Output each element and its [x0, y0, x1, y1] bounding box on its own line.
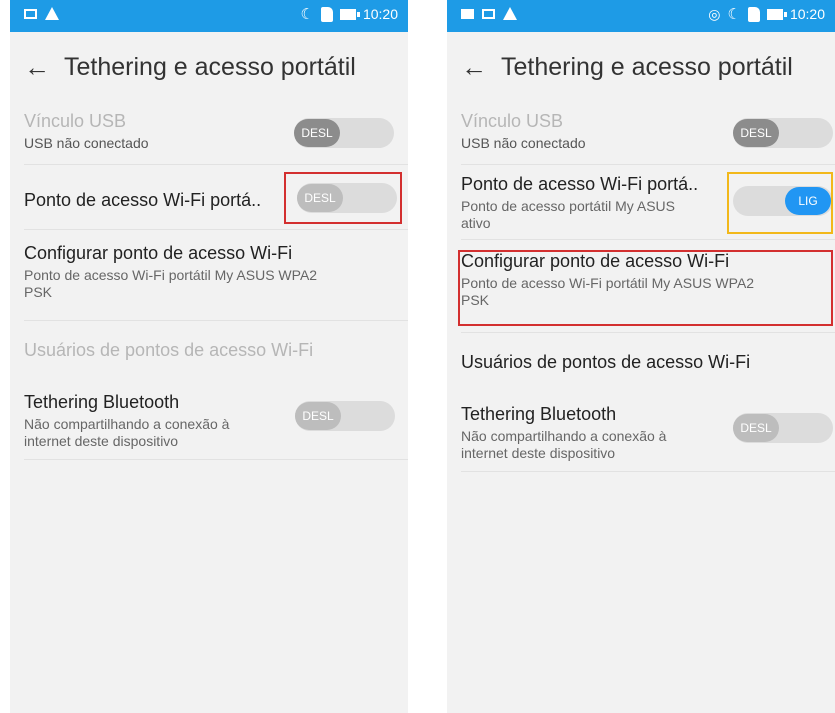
item-subtitle-line2: PSK: [24, 284, 53, 300]
battery-icon: [339, 8, 360, 20]
toggle-knob: DESL: [294, 119, 340, 147]
highlight-box-red: [458, 250, 833, 326]
hotspot-users-item: Usuários de pontos de acesso Wi-Fi: [24, 321, 408, 375]
page-title: Tethering e acesso portátil: [501, 52, 793, 81]
hotspot-users-item[interactable]: Usuários de pontos de acesso Wi-Fi: [461, 333, 835, 385]
item-title: Usuários de pontos de acesso Wi-Fi: [24, 340, 314, 360]
page-title: Tethering e acesso portátil: [64, 52, 356, 81]
clock: 10:20: [789, 6, 825, 22]
status-bar: ☾ 10:20: [10, 0, 408, 32]
bluetooth-tethering-item[interactable]: Tethering Bluetooth Não compartilhando a…: [461, 385, 835, 472]
phone-screen-right: ◎ ☾ 10:20 ← Tethering e acesso portátil …: [447, 0, 835, 713]
phone-screen-left: ☾ 10:20 ← Tethering e acesso portátil Ví…: [10, 0, 408, 713]
bluetooth-tethering-item[interactable]: Tethering Bluetooth Não compartilhando a…: [24, 375, 408, 460]
usb-tethering-item[interactable]: Vínculo USB USB não conectado DESL: [24, 102, 408, 165]
app-bar: ← Tethering e acesso portátil: [10, 32, 408, 102]
back-arrow-icon[interactable]: ←: [24, 54, 64, 80]
app-bar: ← Tethering e acesso portátil: [447, 32, 835, 102]
highlight-box-yellow: [727, 172, 833, 234]
item-subtitle-line2: internet deste dispositivo: [24, 433, 179, 449]
toggle-knob: DESL: [733, 414, 779, 442]
hotspot-icon: ◎: [708, 6, 721, 22]
warning-icon: [45, 7, 59, 20]
toggle-knob: DESL: [295, 402, 341, 430]
notification-icon: [482, 8, 495, 19]
notification-icon: [24, 8, 37, 19]
clock: 10:20: [362, 6, 398, 22]
usb-toggle[interactable]: DESL: [294, 118, 394, 148]
configure-hotspot-item[interactable]: Configurar ponto de acesso Wi-Fi Ponto d…: [24, 230, 408, 321]
battery-icon: [766, 8, 787, 20]
usb-tethering-item[interactable]: Vínculo USB USB não conectado DESL: [461, 102, 835, 165]
item-subtitle-line1: Ponto de acesso Wi-Fi portátil My ASUS W…: [24, 267, 318, 283]
back-arrow-icon[interactable]: ←: [461, 54, 501, 80]
highlight-box-red: [284, 172, 402, 224]
warning-icon: [503, 7, 517, 20]
status-bar: ◎ ☾ 10:20: [447, 0, 835, 32]
toggle-knob: DESL: [733, 119, 779, 147]
moon-icon: ☾: [300, 5, 314, 23]
moon-icon: ☾: [727, 5, 741, 23]
item-title: Usuários de pontos de acesso Wi-Fi: [461, 352, 751, 372]
item-subtitle-line2: internet deste dispositivo: [461, 445, 616, 461]
usb-toggle[interactable]: DESL: [733, 118, 833, 148]
sim-icon: [320, 6, 333, 22]
sim-icon: [747, 6, 760, 22]
image-icon: [461, 8, 474, 19]
item-title: Configurar ponto de acesso Wi-Fi: [24, 243, 293, 263]
bluetooth-toggle[interactable]: DESL: [295, 401, 395, 431]
bluetooth-toggle[interactable]: DESL: [733, 413, 833, 443]
